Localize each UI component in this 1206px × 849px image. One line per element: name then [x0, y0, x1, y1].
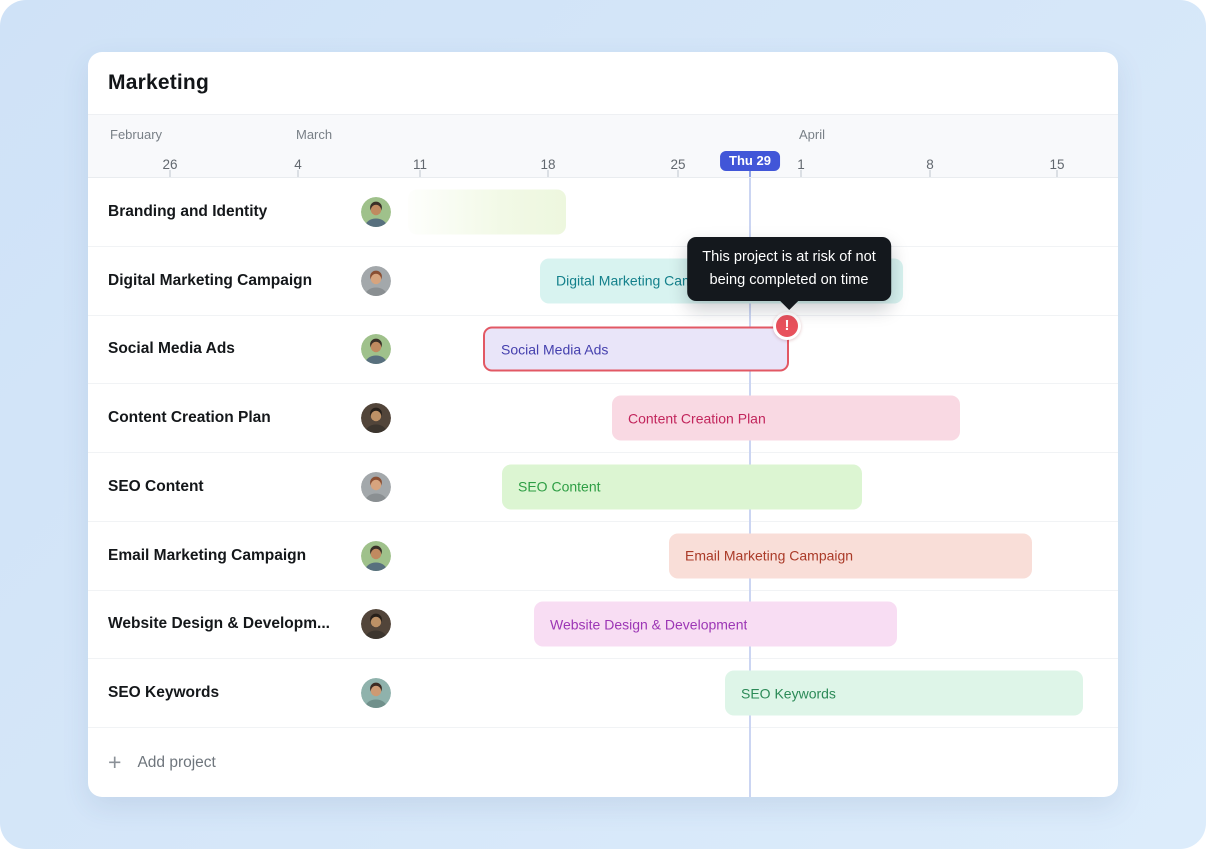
project-name-label[interactable]: Branding and Identity — [108, 203, 267, 221]
table-row: Branding and Identity — [88, 178, 1118, 247]
table-row: SEO Keywords SEO Keywords — [88, 659, 1118, 728]
person-icon — [361, 196, 391, 227]
avatar[interactable] — [361, 609, 391, 640]
add-project-label: Add project — [137, 753, 216, 771]
gantt-bar[interactable]: Social Media Ads — [483, 326, 789, 372]
avatar[interactable] — [361, 265, 391, 296]
today-tick — [749, 170, 751, 177]
project-name-label[interactable]: SEO Keywords — [108, 684, 219, 702]
card-title-row: Marketing — [88, 52, 1118, 114]
gantt-bar-label: Email Marketing Campaign — [685, 547, 854, 564]
project-timeline-card: Marketing Thu 29 February March April 26 4 11… — [88, 52, 1118, 797]
table-row: Content Creation Plan Content Creation P… — [88, 384, 1118, 453]
gantt-bar-label: Content Creation Plan — [628, 410, 766, 427]
day-tick — [929, 170, 931, 177]
day-tick — [1056, 170, 1058, 177]
footer-row: + Add project — [88, 728, 1118, 797]
month-label: April — [799, 127, 826, 142]
timeline-header: Thu 29 February March April 26 4 11 18 25 1 8 15 — [88, 114, 1118, 178]
project-name-label[interactable]: Digital Marketing Campaign — [108, 272, 312, 290]
person-icon — [361, 471, 391, 502]
rows-container: Branding and Identity Digital Marketing … — [88, 178, 1118, 728]
day-tick — [800, 170, 802, 177]
avatar[interactable] — [361, 471, 391, 502]
day-tick — [547, 170, 549, 177]
table-row: Website Design & Developm... Website Des… — [88, 591, 1118, 660]
person-icon — [361, 265, 391, 296]
page-background: Marketing Thu 29 February March April 26 4 11… — [0, 0, 1206, 849]
gantt-bar[interactable]: Website Design & Development — [534, 601, 897, 647]
avatar[interactable] — [361, 403, 391, 434]
add-project-button[interactable]: + Add project — [108, 751, 216, 774]
project-name-label[interactable]: SEO Content — [108, 478, 204, 496]
page-title: Marketing — [108, 71, 209, 94]
avatar[interactable] — [361, 540, 391, 571]
table-row: Digital Marketing Campaign Digital Marke… — [88, 247, 1118, 316]
plus-icon: + — [108, 749, 122, 775]
risk-badge[interactable]: ! — [773, 312, 801, 340]
risk-tooltip: This project is at risk of not being com… — [687, 237, 891, 302]
day-tick — [169, 170, 171, 177]
person-icon — [361, 334, 391, 365]
avatar[interactable] — [361, 678, 391, 709]
gantt-bar[interactable]: Email Marketing Campaign — [669, 533, 1032, 579]
avatar[interactable] — [361, 334, 391, 365]
gantt-bar[interactable] — [408, 189, 566, 235]
person-icon — [361, 609, 391, 640]
day-tick — [297, 170, 299, 177]
person-icon — [361, 540, 391, 571]
day-tick — [677, 170, 679, 177]
today-badge[interactable]: Thu 29 — [720, 151, 780, 171]
gantt-bar-label: SEO Content — [518, 478, 601, 495]
gantt-bar[interactable]: Content Creation Plan — [612, 395, 960, 441]
gantt-bar-label: Website Design & Development — [550, 616, 748, 633]
month-label: March — [296, 127, 333, 142]
gantt-bar-label: SEO Keywords — [741, 685, 836, 702]
project-name-label[interactable]: Website Design & Developm... — [108, 615, 330, 633]
project-name-label[interactable]: Social Media Ads — [108, 340, 235, 358]
table-row: Social Media Ads Social Media Ads — [88, 316, 1118, 385]
table-row: SEO Content SEO Content — [88, 453, 1118, 522]
gantt-bar[interactable]: SEO Keywords — [725, 670, 1083, 716]
timeline-body: Branding and Identity Digital Marketing … — [88, 178, 1118, 797]
tooltip-text-line2: being completed on time — [709, 271, 869, 288]
month-label: February — [110, 127, 163, 142]
avatar[interactable] — [361, 196, 391, 227]
gantt-bar-label: Social Media Ads — [501, 341, 609, 358]
project-name-label[interactable]: Email Marketing Campaign — [108, 547, 306, 565]
gantt-bar[interactable]: SEO Content — [502, 464, 862, 510]
day-tick — [419, 170, 421, 177]
person-icon — [361, 678, 391, 709]
person-icon — [361, 403, 391, 434]
project-name-label[interactable]: Content Creation Plan — [108, 409, 271, 427]
tooltip-text-line1: This project is at risk of not — [702, 249, 876, 265]
table-row: Email Marketing Campaign Email Marketing… — [88, 522, 1118, 591]
exclamation-icon: ! — [784, 317, 790, 334]
